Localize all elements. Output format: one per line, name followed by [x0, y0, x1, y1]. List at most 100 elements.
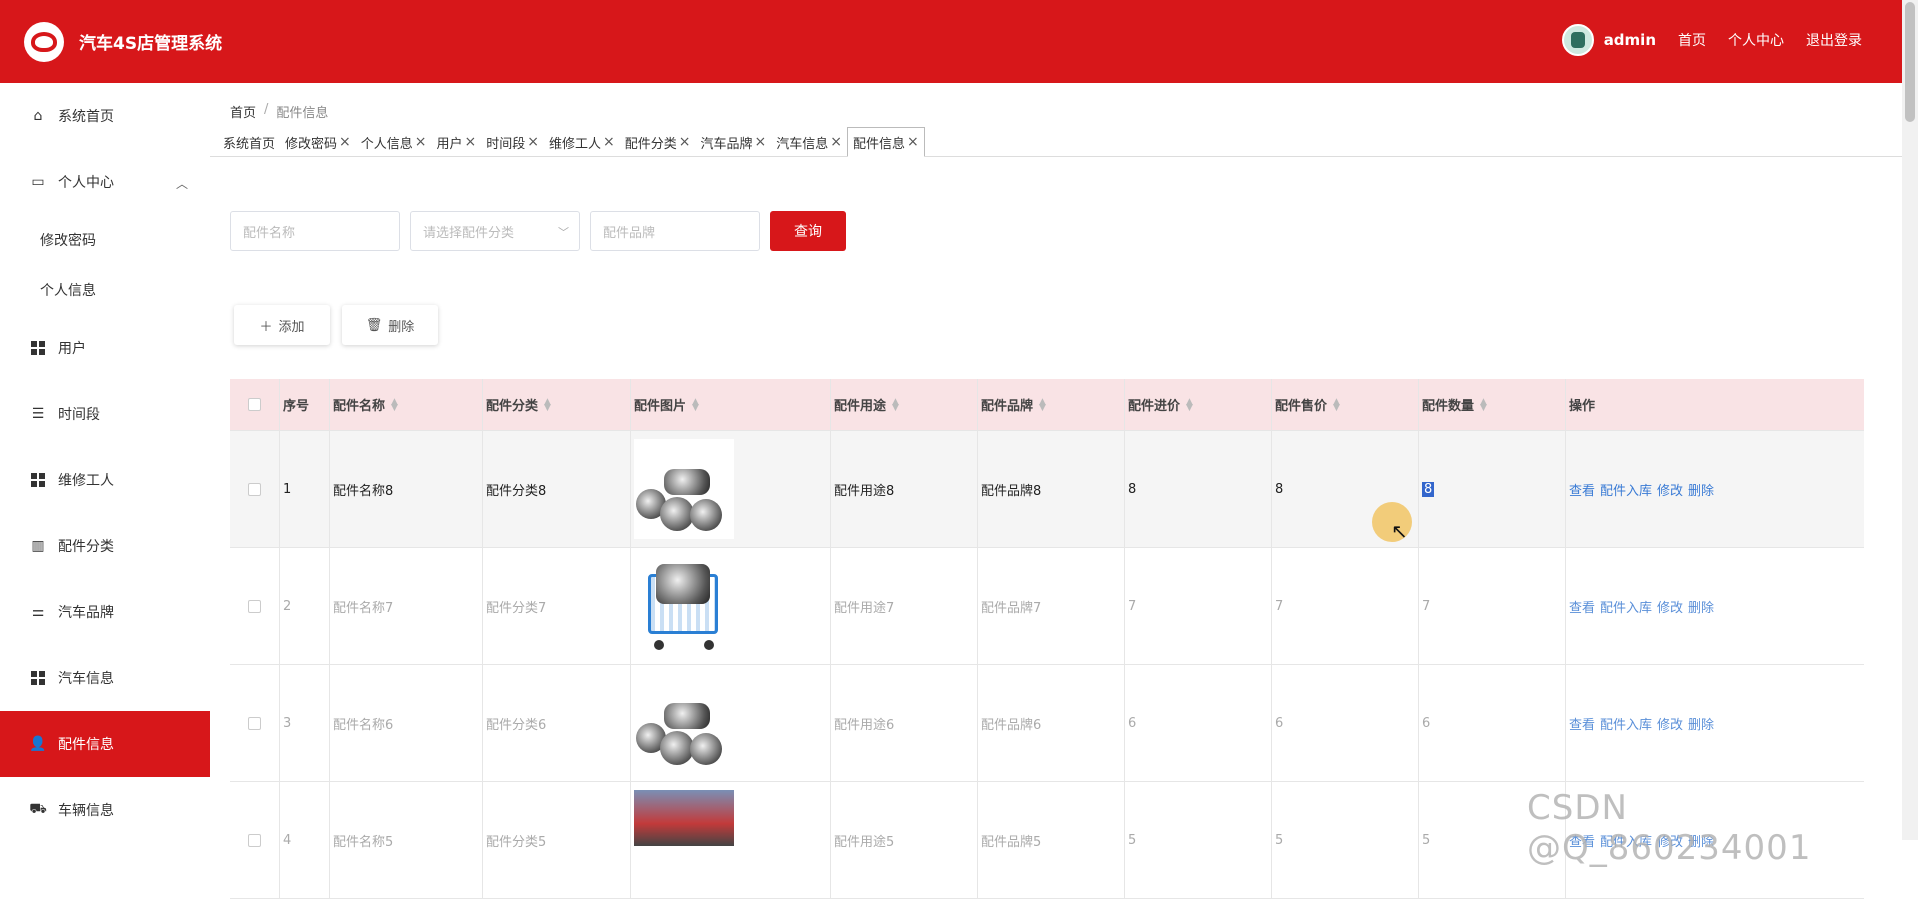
cell-image: [631, 782, 831, 898]
tab-repair-workers[interactable]: 维修工人 ×: [544, 128, 620, 156]
sidebar-item-users[interactable]: 用户: [0, 315, 210, 381]
close-icon[interactable]: ×: [679, 134, 691, 150]
cell-price: 6: [1272, 665, 1419, 781]
scrollbar-thumb[interactable]: [1905, 2, 1915, 122]
sidebar-item-label: 汽车品牌: [58, 605, 114, 621]
edit-link[interactable]: 修改: [1657, 480, 1683, 499]
cell-cost: 7: [1125, 548, 1272, 664]
close-icon[interactable]: ×: [603, 134, 615, 150]
sort-icon[interactable]: ▲ ▼: [692, 397, 699, 412]
sort-icon[interactable]: ▲ ▼: [1480, 397, 1487, 412]
tab-label: 时间段: [486, 136, 526, 152]
cell-image: [631, 431, 831, 547]
row-checkbox[interactable]: [248, 716, 261, 730]
cell-image: [631, 548, 831, 664]
delete-link[interactable]: 删除: [1688, 714, 1714, 733]
part-name-input[interactable]: 配件名称: [230, 211, 400, 251]
delete-link[interactable]: 删除: [1688, 480, 1714, 499]
column-header[interactable]: 配件售价 ▲ ▼: [1272, 379, 1419, 430]
close-icon[interactable]: ×: [465, 134, 477, 150]
close-icon[interactable]: ×: [339, 134, 351, 150]
table-header: 序号 配件名称 ▲ ▼ 配件分类 ▲ ▼ 配件图片 ▲ ▼ 配件用途 ▲ ▼ 配件品牌 ▲ ▼ 配件…: [230, 379, 1864, 431]
vehicle-icon: ⛟: [29, 801, 47, 817]
sidebar-item-part-category[interactable]: ▥ 配件分类: [0, 513, 210, 579]
view-link[interactable]: 查看: [1569, 480, 1595, 499]
sidebar-item-car-info[interactable]: 汽车信息: [0, 645, 210, 711]
header-home-link[interactable]: 首页: [1678, 30, 1706, 50]
avatar[interactable]: [1561, 24, 1594, 56]
sort-icon[interactable]: ▲ ▼: [544, 397, 551, 412]
column-header[interactable]: 配件品牌 ▲ ▼: [978, 379, 1125, 430]
tab-system-home[interactable]: 系统首页: [218, 128, 280, 156]
sort-icon[interactable]: ▲ ▼: [1039, 397, 1046, 412]
tab-personal-info[interactable]: 个人信息 ×: [356, 128, 432, 156]
sidebar-subitem-change-password[interactable]: 修改密码: [0, 215, 210, 265]
sort-icon[interactable]: ▲ ▼: [1186, 397, 1193, 412]
header-user-area: admin 首页 个人中心 退出登录: [1561, 24, 1862, 56]
page-scrollbar[interactable]: [1902, 0, 1918, 840]
edit-link[interactable]: 修改: [1657, 597, 1683, 616]
header-label: 配件图片: [634, 399, 687, 414]
header-profile-link[interactable]: 个人中心: [1728, 30, 1784, 50]
query-button[interactable]: 查询: [770, 211, 846, 251]
column-header[interactable]: 配件用途 ▲ ▼: [831, 379, 978, 430]
cell-usage: 配件用途6: [831, 665, 978, 781]
tab-part-category[interactable]: 配件分类 ×: [620, 128, 696, 156]
tab-car-brand[interactable]: 汽车品牌 ×: [696, 128, 772, 156]
sidebar-item-time-slot[interactable]: ☰ 时间段: [0, 381, 210, 447]
sidebar-subitem-personal-info[interactable]: 个人信息: [0, 265, 210, 315]
sort-icon[interactable]: ▲ ▼: [892, 397, 899, 412]
tab-car-info[interactable]: 汽车信息 ×: [771, 128, 847, 156]
sidebar-item-repair-workers[interactable]: 维修工人: [0, 447, 210, 513]
row-checkbox[interactable]: [248, 833, 261, 847]
tab-change-password[interactable]: 修改密码 ×: [280, 128, 356, 156]
column-header[interactable]: 配件图片 ▲ ▼: [631, 379, 831, 430]
column-header[interactable]: 配件名称 ▲ ▼: [330, 379, 483, 430]
sidebar-item-personal-center[interactable]: ▭ 个人中心 ︿: [0, 149, 210, 215]
add-label: 添加: [278, 319, 305, 335]
breadcrumb-home[interactable]: 首页: [230, 102, 256, 121]
part-brand-input[interactable]: 配件品牌: [590, 211, 760, 251]
stock-in-link[interactable]: 配件入库: [1600, 714, 1652, 733]
edit-link[interactable]: 修改: [1657, 714, 1683, 733]
part-category-select[interactable]: 请选择配件分类 ﹀: [410, 211, 580, 251]
close-icon[interactable]: ×: [527, 134, 539, 150]
cell-category: 配件分类7: [483, 548, 631, 664]
view-link[interactable]: 查看: [1569, 597, 1595, 616]
sidebar-item-part-info[interactable]: 👤 配件信息: [0, 711, 210, 777]
grid-icon: [30, 340, 46, 356]
delete-button[interactable]: 🗑 删除: [342, 305, 438, 345]
cell-price: 7: [1272, 548, 1419, 664]
delete-link[interactable]: 删除: [1688, 597, 1714, 616]
breadcrumb-separator: /: [264, 102, 269, 117]
tab-time-slot[interactable]: 时间段 ×: [481, 128, 544, 156]
cell-index: 4: [280, 782, 330, 898]
tab-label: 配件信息: [853, 136, 906, 152]
close-icon[interactable]: ×: [415, 134, 427, 150]
header-logout-link[interactable]: 退出登录: [1806, 30, 1862, 50]
stock-in-link[interactable]: 配件入库: [1600, 597, 1652, 616]
row-checkbox[interactable]: [248, 482, 261, 496]
stock-in-link[interactable]: 配件入库: [1600, 480, 1652, 499]
tab-users[interactable]: 用户 ×: [432, 128, 482, 156]
add-button[interactable]: ＋ 添加: [234, 305, 330, 345]
tab-part-info[interactable]: 配件信息 ×: [847, 127, 925, 157]
selected-text: 8: [1422, 481, 1435, 497]
view-link[interactable]: 查看: [1569, 714, 1595, 733]
sidebar-item-home[interactable]: ⌂ 系统首页: [0, 83, 210, 149]
app-logo-icon: [24, 22, 64, 62]
sidebar-item-car-brand[interactable]: ⚌ 汽车品牌: [0, 579, 210, 645]
sort-icon[interactable]: ▲ ▼: [391, 397, 398, 412]
close-icon[interactable]: ×: [755, 134, 767, 150]
sidebar-item-vehicle-info[interactable]: ⛟ 车辆信息: [0, 777, 210, 843]
select-all-checkbox[interactable]: [248, 398, 261, 411]
column-header[interactable]: 配件进价 ▲ ▼: [1125, 379, 1272, 430]
column-header[interactable]: 配件数量 ▲ ▼: [1419, 379, 1566, 430]
close-icon[interactable]: ×: [907, 134, 919, 150]
column-header[interactable]: 配件分类 ▲ ▼: [483, 379, 631, 430]
header-label: 配件售价: [1275, 399, 1328, 414]
sort-icon[interactable]: ▲ ▼: [1333, 397, 1340, 412]
close-icon[interactable]: ×: [830, 134, 842, 150]
row-checkbox[interactable]: [248, 599, 261, 613]
cell-index: 1: [280, 431, 330, 547]
